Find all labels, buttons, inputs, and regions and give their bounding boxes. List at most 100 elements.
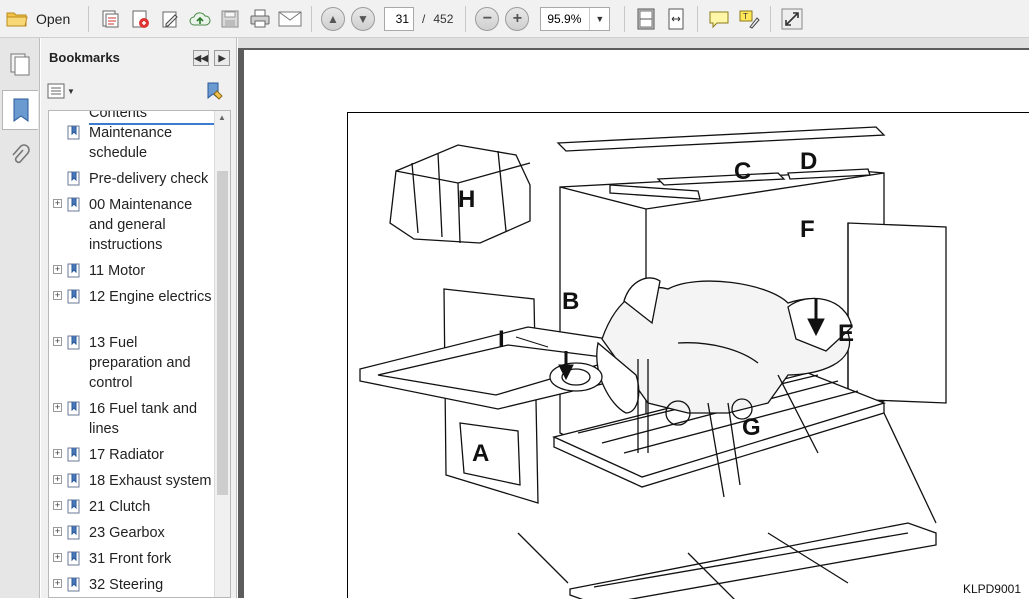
bookmark-icon [67,525,80,540]
bookmark-label: 17 Radiator [89,447,164,463]
callout-label-g: G [742,414,761,441]
callout-label-i: I [498,326,505,353]
bookmarks-header: Bookmarks ◀◀ ▶ [41,38,236,76]
expand-button[interactable] [777,4,807,34]
open-button[interactable]: Open [0,4,82,34]
callout-label-b: B [562,288,579,315]
bookmark-icon [67,401,80,416]
callout-label-c: C [734,158,751,185]
upload-button[interactable] [185,4,215,34]
bookmark-label: 18 Exhaust system [89,473,212,489]
zoom-in-icon: + [505,6,530,31]
fit-width-icon [668,8,684,29]
create-pdf-button[interactable] [95,4,125,34]
scroll-up-icon[interactable]: ▲ [218,113,226,122]
bookmarks-panel-button[interactable] [2,90,38,130]
document-page: C D H F B I E G A KLPD9001 [244,50,1029,599]
fit-width-button[interactable] [661,4,691,34]
bookmark-label: 23 Gearbox [89,525,165,541]
page-navigator: / 452 [384,4,453,34]
page-separator: / [422,11,426,26]
expand-toggle-icon[interactable]: + [53,291,62,300]
zoom-input[interactable] [541,7,590,30]
new-bookmark-icon [207,82,223,100]
bookmark-icon [67,551,80,566]
total-pages: 452 [433,11,454,26]
fit-page-button[interactable] [631,4,661,34]
comment-icon [709,11,729,28]
document-view[interactable]: C D H F B I E G A KLPD9001 [238,38,1029,599]
page-up-icon: ▲ [321,6,345,31]
bookmarks-panel: Bookmarks ◀◀ ▶ ▼ Contents ▲ Maintenance … [41,38,237,598]
bookmark-icon [67,499,80,514]
callout-label-f: F [800,216,815,243]
callout-label-d: D [800,148,817,175]
callout-label-h: H [458,186,475,213]
bookmarks-icon [13,98,28,122]
expand-toggle-icon[interactable]: + [53,403,62,412]
zoom-out-icon: − [475,6,500,31]
zoom-out-button[interactable]: − [472,4,502,34]
expand-toggle-icon[interactable]: + [53,475,62,484]
bookmarks-title: Bookmarks [49,49,120,65]
options-menu-button[interactable]: ▼ [47,83,75,99]
close-panel-button[interactable]: ▶ [214,50,230,66]
expand-toggle-icon[interactable]: + [53,337,62,346]
expand-toggle-icon[interactable]: + [53,579,62,588]
bookmark-icon [67,171,80,186]
bookmarks-tools: ▼ [41,76,236,106]
callout-label-e: E [838,320,854,347]
scrollbar-thumb[interactable] [217,171,228,495]
bookmark-icon [67,577,80,592]
document-top-band [238,38,1029,48]
save-button[interactable] [215,4,245,34]
bookmark-icon [67,447,80,462]
zoom-in-button[interactable]: + [502,4,532,34]
new-bookmark-button[interactable] [205,82,223,105]
save-icon [221,10,239,27]
bookmark-icon [67,473,80,488]
next-page-button[interactable]: ▼ [348,4,378,34]
create-button[interactable] [125,4,155,34]
expand-toggle-icon[interactable]: + [53,265,62,274]
pages-panel-button[interactable] [2,44,38,84]
bookmark-icon [67,125,80,140]
motorcycle-packaging-figure: C D H F B I E G A KLPD9001 [347,112,1029,599]
main-toolbar: Open ▲ ▼ / 452 − + ▼ [0,0,1029,38]
expand-toggle-icon[interactable]: + [53,501,62,510]
expand-toggle-icon[interactable]: + [53,553,62,562]
bookmark-icon [67,263,80,278]
bookmark-label: 31 Front fork [89,551,172,567]
bookmark-label: 12 Engine electrics [89,289,212,305]
packaging-diagram: C D H F B I E G A [359,126,947,599]
bookmark-label: Pre-delivery check [89,171,209,187]
bookmark-label: 13 Fuel preparation and control [89,335,191,391]
toolbar-separator [697,5,699,32]
highlight-button[interactable]: T [734,4,764,34]
chevron-down-icon[interactable]: ▼ [589,7,609,30]
email-icon [278,11,302,26]
page-number-input[interactable] [384,6,414,31]
printer-button[interactable] [245,4,275,34]
bookmarks-scrollbar[interactable]: ▲ [214,111,230,597]
collapse-panel-button[interactable]: ◀◀ [193,50,209,66]
expand-toggle-icon[interactable]: + [53,527,62,536]
highlight-icon: T [739,10,761,29]
double-chevron-left-icon: ◀◀ [194,52,208,63]
email-button[interactable] [275,4,305,34]
bookmark-icon [67,197,80,212]
list-options-icon [47,83,65,99]
bookmark-label: Maintenance schedule [89,125,173,161]
expand-icon [781,8,803,29]
expand-toggle-icon[interactable]: + [53,199,62,208]
edit-button[interactable] [155,4,185,34]
attachments-icon [12,144,30,164]
attachments-panel-button[interactable] [2,136,38,176]
navigation-rail [0,38,40,598]
zoom-selector[interactable]: ▼ [540,4,611,34]
previous-page-button[interactable]: ▲ [318,4,348,34]
pages-icon [10,53,30,76]
expand-toggle-icon[interactable]: + [53,449,62,458]
comment-button[interactable] [704,4,734,34]
chevron-right-icon: ▶ [218,52,226,63]
